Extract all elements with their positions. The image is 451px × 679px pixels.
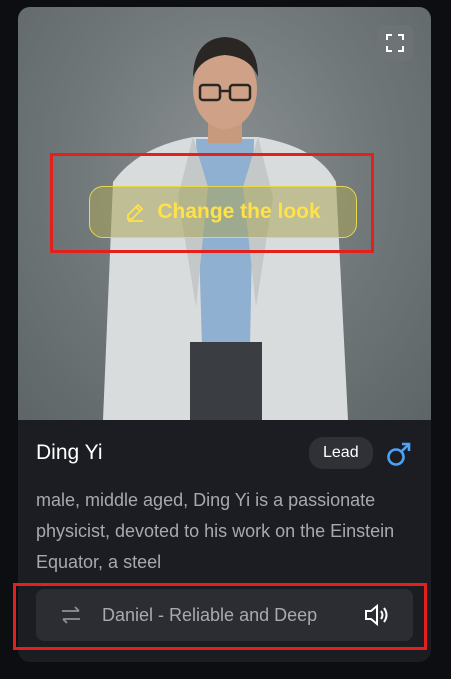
character-description: male, middle aged, Ding Yi is a passiona… [36, 490, 395, 572]
change-look-label: Change the look [157, 200, 321, 223]
character-card: Change the look Ding Yi Lead male, middl… [18, 7, 431, 662]
character-portrait: Change the look [18, 7, 431, 420]
change-look-button[interactable]: Change the look [89, 186, 357, 238]
expand-button[interactable] [377, 25, 413, 61]
voice-name: Daniel - Reliable and Deep [102, 605, 318, 625]
role-badge: Lead [309, 437, 373, 469]
male-icon [387, 442, 411, 466]
character-name: Ding Yi [36, 441, 103, 464]
pencil-icon [127, 203, 144, 222]
swap-icon[interactable] [60, 605, 82, 625]
speaker-icon[interactable] [364, 603, 390, 627]
expand-icon [386, 34, 404, 52]
voice-selector[interactable]: Daniel - Reliable and Deep [36, 589, 413, 641]
